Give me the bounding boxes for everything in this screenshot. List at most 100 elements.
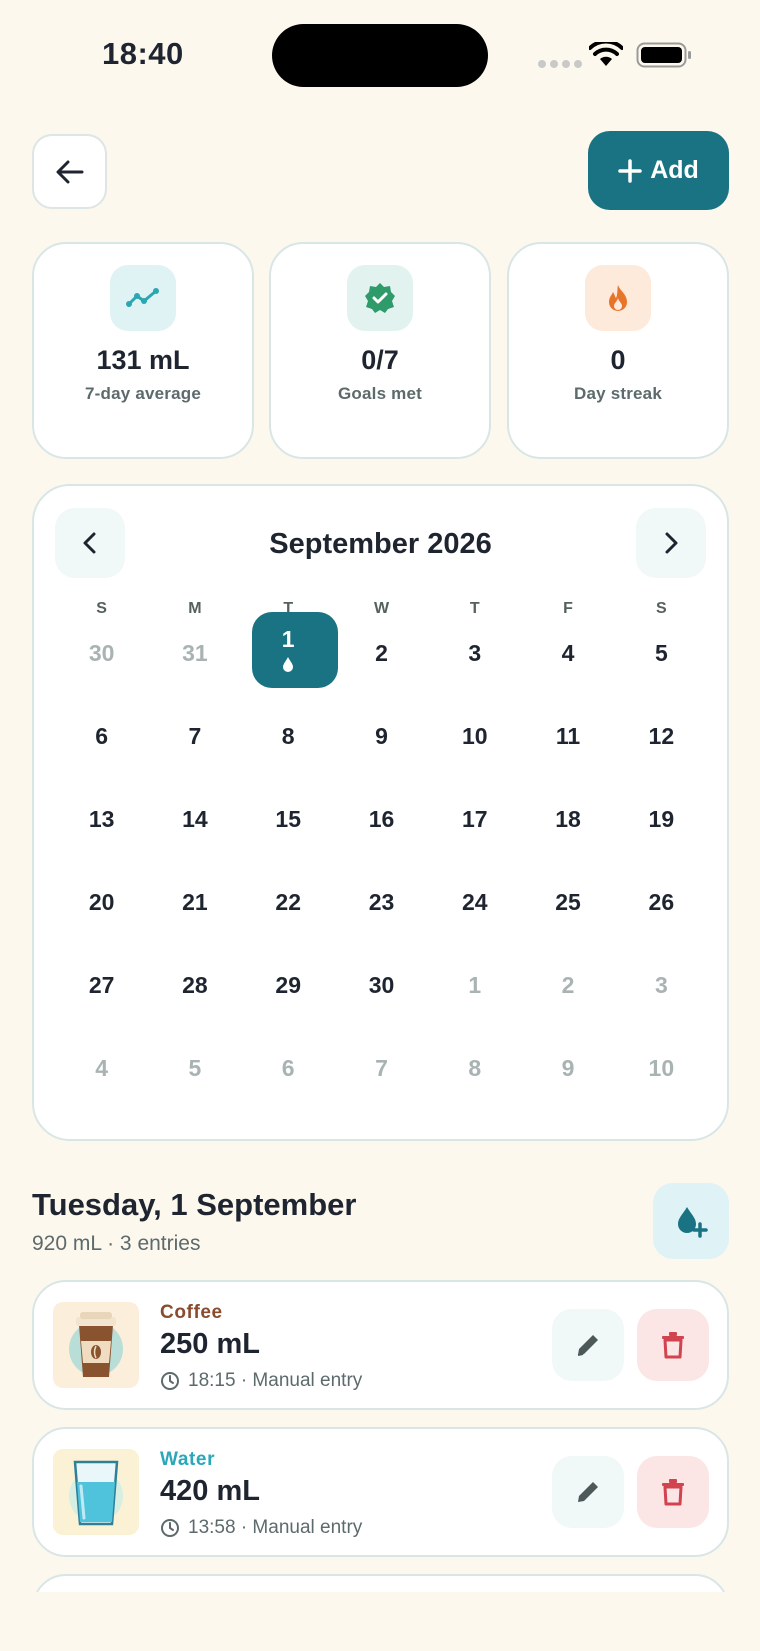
calendar-day[interactable]: 15 <box>242 792 335 875</box>
calendar-day[interactable]: 30 <box>335 958 428 1041</box>
calendar-day[interactable]: 21 <box>148 875 241 958</box>
calendar-day-number: 30 <box>88 640 115 666</box>
calendar-day[interactable]: 31 <box>148 626 241 709</box>
calendar-day[interactable]: 2 <box>521 958 614 1041</box>
delete-entry-button[interactable] <box>637 1456 709 1528</box>
calendar-day-number: 26 <box>648 889 675 915</box>
calendar-day-selected[interactable]: 1 <box>242 612 338 709</box>
calendar-day[interactable]: 7 <box>148 709 241 792</box>
calendar-day[interactable]: 11 <box>521 709 614 792</box>
pencil-icon <box>578 1482 598 1502</box>
calendar-day[interactable]: 27 <box>55 958 148 1041</box>
delete-entry-button[interactable] <box>637 1309 709 1381</box>
entry-meta-text: 18:15 · Manual entry <box>188 1370 363 1391</box>
calendar-day[interactable]: 30 <box>55 626 148 709</box>
edit-entry-button[interactable] <box>552 1456 624 1528</box>
calendar-day[interactable]: 8 <box>242 709 335 792</box>
calendar-day[interactable]: 29 <box>242 958 335 1041</box>
calendar-day[interactable]: 23 <box>335 875 428 958</box>
trash-icon <box>662 1479 684 1506</box>
calendar-day-number: 13 <box>88 806 115 832</box>
calendar-day[interactable]: 3 <box>615 958 708 1041</box>
back-button[interactable] <box>32 134 107 209</box>
status-time: 18:40 <box>102 36 184 71</box>
calendar-day[interactable]: 13 <box>55 792 148 875</box>
calendar-day-number: 10 <box>461 723 488 749</box>
chevron-right-icon <box>665 532 678 554</box>
calendar-day[interactable]: 2 <box>335 626 428 709</box>
calendar-day[interactable]: 18 <box>521 792 614 875</box>
calendar-day[interactable]: 22 <box>242 875 335 958</box>
calendar-day[interactable]: 14 <box>148 792 241 875</box>
calendar-day[interactable]: 25 <box>521 875 614 958</box>
calendar-day-number: 8 <box>468 1055 482 1081</box>
add-button-label: Add <box>650 156 699 184</box>
calendar-day-number: 15 <box>275 806 301 832</box>
calendar-day[interactable]: 4 <box>55 1041 148 1124</box>
entry-card-coffee[interactable]: Coffee 250 mL 18:15 · Manual entry <box>32 1280 729 1410</box>
entry-card-water[interactable]: Water 420 mL 13:58 · Manual entry <box>32 1427 729 1557</box>
calendar-day-number: 14 <box>182 806 208 832</box>
calendar-day-number: 23 <box>368 889 395 915</box>
calendar-day[interactable]: 1 <box>428 958 521 1041</box>
calendar-month-title: September 2026 <box>269 528 492 560</box>
add-entry-button[interactable]: Add <box>588 131 729 210</box>
calendar-day-number: 17 <box>461 806 488 832</box>
calendar-day[interactable]: 17 <box>428 792 521 875</box>
calendar-day[interactable]: 19 <box>615 792 708 875</box>
calendar-day-number: 2 <box>375 640 388 666</box>
verified-badge-icon <box>347 265 413 331</box>
calendar-day[interactable]: 20 <box>55 875 148 958</box>
entry-type: Coffee <box>160 1302 223 1323</box>
calendar-day[interactable]: 8 <box>428 1041 521 1124</box>
calendar-day-number: 10 <box>648 1055 675 1081</box>
calendar-day-number: 3 <box>468 640 482 666</box>
calendar-day[interactable]: 5 <box>615 626 708 709</box>
weekday-label: S <box>656 600 667 617</box>
weekday-label: T <box>469 600 480 617</box>
wifi-icon <box>589 42 623 66</box>
selected-day-title: Tuesday, 1 September <box>32 1187 357 1222</box>
stat-card-goals: 0/7 Goals met <box>269 242 491 459</box>
next-month-button[interactable] <box>636 508 706 578</box>
calendar-day-number: 3 <box>654 972 668 998</box>
calendar-day[interactable]: 4 <box>521 626 614 709</box>
calendar-day[interactable]: 9 <box>521 1041 614 1124</box>
water-glass-icon <box>53 1449 139 1535</box>
trash-icon <box>662 1332 684 1359</box>
calendar-day-number: 11 <box>555 723 581 749</box>
calendar-day-number: 1 <box>468 972 482 998</box>
calendar-day[interactable]: 5 <box>148 1041 241 1124</box>
stat-value: 0/7 <box>361 345 399 375</box>
calendar-day[interactable]: 7 <box>335 1041 428 1124</box>
add-water-button[interactable] <box>653 1183 729 1259</box>
calendar-day-number: 5 <box>188 1055 202 1081</box>
calendar-day-number: 6 <box>281 1055 295 1081</box>
calendar-day[interactable]: 16 <box>335 792 428 875</box>
calendar-day-number: 4 <box>561 640 575 666</box>
calendar-day[interactable]: 6 <box>242 1041 335 1124</box>
flame-icon <box>585 265 651 331</box>
calendar-day[interactable]: 3 <box>428 626 521 709</box>
calendar-day[interactable]: 28 <box>148 958 241 1041</box>
entry-meta: 13:58 · Manual entry <box>160 1517 362 1539</box>
stat-label: 7-day average <box>84 384 201 403</box>
calendar-day[interactable]: 10 <box>615 1041 708 1124</box>
calendar-day[interactable]: 9 <box>335 709 428 792</box>
stat-label: Goals met <box>338 384 422 403</box>
clock-icon <box>161 1519 179 1537</box>
calendar-day-number: 8 <box>281 723 295 749</box>
entry-amount: 250 mL <box>160 1328 260 1360</box>
calendar-day-number: 21 <box>182 889 208 915</box>
calendar-day[interactable]: 26 <box>615 875 708 958</box>
calendar-day[interactable]: 24 <box>428 875 521 958</box>
calendar-day-number: 25 <box>555 889 581 915</box>
calendar-day[interactable]: 6 <box>55 709 148 792</box>
weekday-label: S <box>96 600 107 617</box>
calendar-day-number: 28 <box>182 972 208 998</box>
edit-entry-button[interactable] <box>552 1309 624 1381</box>
calendar-day[interactable]: 12 <box>615 709 708 792</box>
entry-meta-text: 13:58 · Manual entry <box>188 1517 363 1538</box>
calendar-day-number: 20 <box>88 889 115 915</box>
calendar-day[interactable]: 10 <box>428 709 521 792</box>
